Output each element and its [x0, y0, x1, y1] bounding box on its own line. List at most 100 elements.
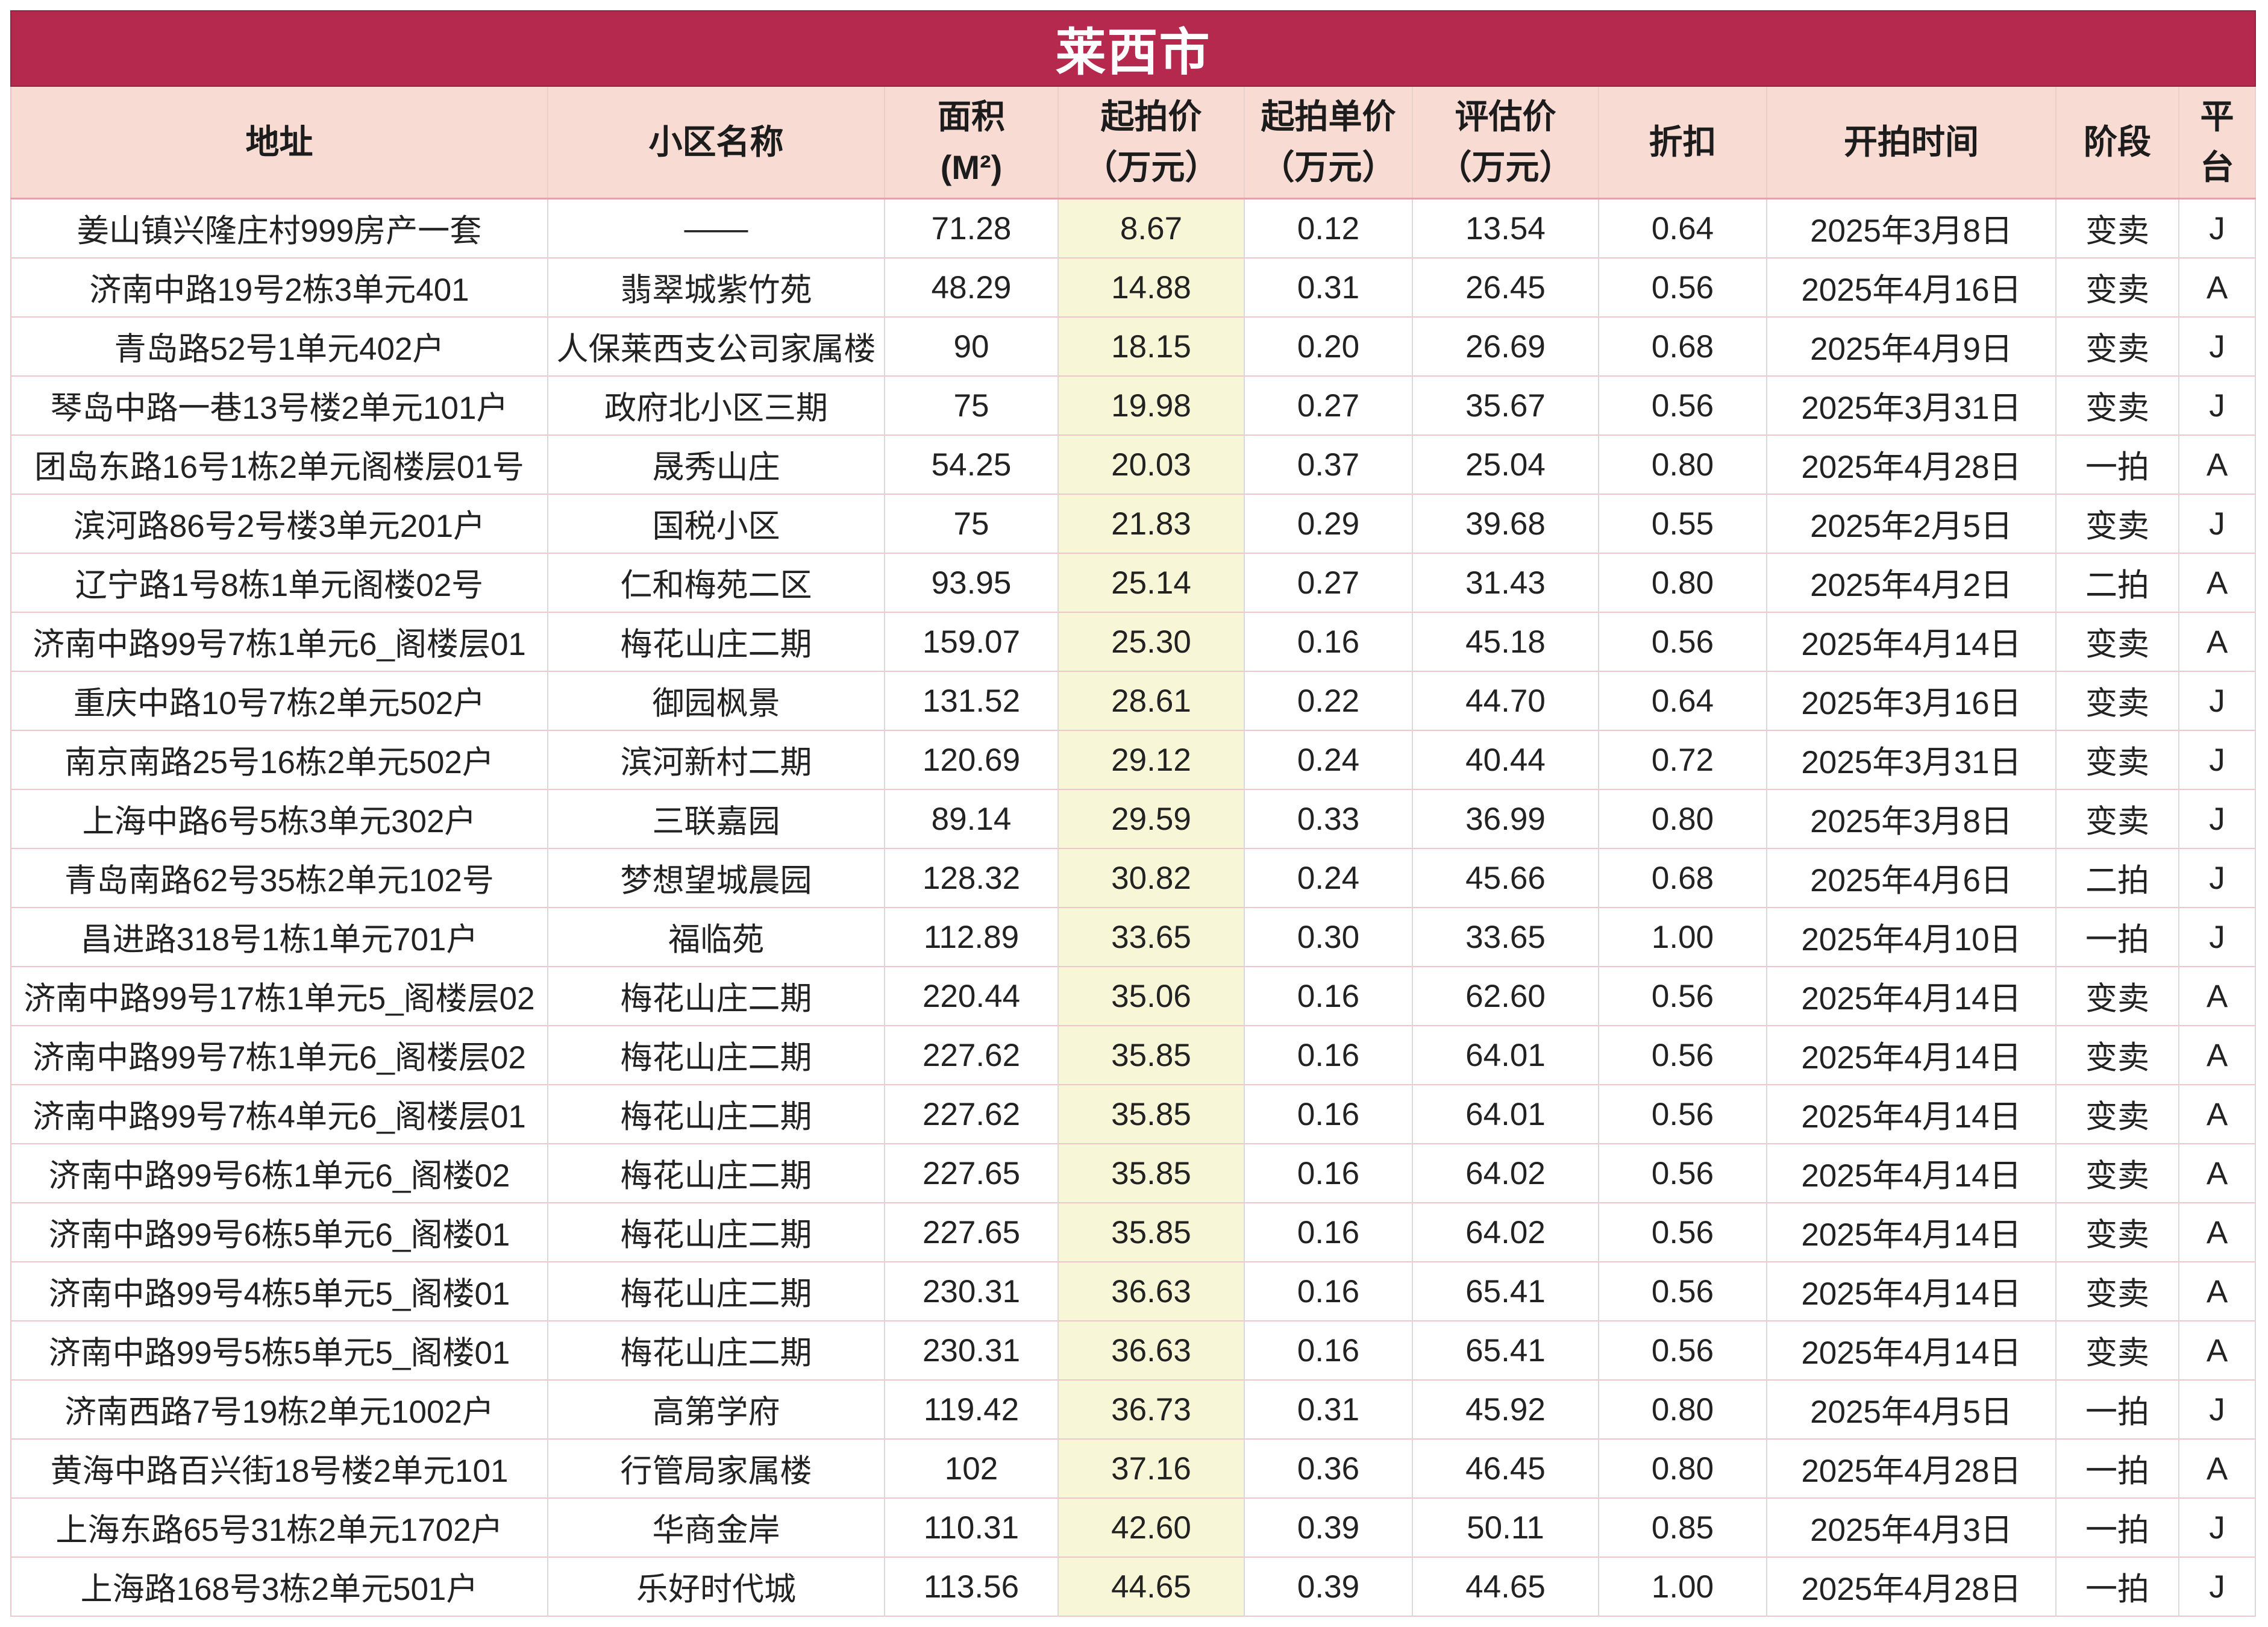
cell-platform: J	[2179, 1381, 2256, 1440]
cell-community: 晟秀山庄	[548, 436, 885, 495]
cell-community: 政府北小区三期	[548, 377, 885, 436]
header-discount-label: 折扣	[1649, 123, 1717, 161]
cell-auction-date: 2025年4月3日	[1767, 1499, 2057, 1558]
cell-auction-date: 2025年4月14日	[1767, 613, 2057, 672]
cell-community: 仁和梅苑二区	[548, 554, 885, 613]
cell-discount: 0.56	[1599, 1321, 1767, 1381]
cell-unit-price: 0.37	[1245, 436, 1413, 495]
cell-address: 上海路168号3栋2单元501户	[10, 1558, 548, 1617]
cell-auction-date: 2025年4月28日	[1767, 1440, 2057, 1499]
cell-appraisal: 45.92	[1413, 1381, 1599, 1440]
cell-discount: 0.64	[1599, 199, 1767, 259]
cell-unit-price: 0.24	[1245, 731, 1413, 790]
cell-discount: 0.80	[1599, 1381, 1767, 1440]
cell-community: 滨河新村二期	[548, 731, 885, 790]
cell-discount: 1.00	[1599, 1558, 1767, 1617]
header-auction-date: 开拍时间	[1767, 87, 2057, 198]
cell-area: 110.31	[885, 1499, 1059, 1558]
cell-address: 济南中路99号5栋5单元5_阁楼01	[10, 1321, 548, 1381]
cell-appraisal: 65.41	[1413, 1321, 1599, 1381]
cell-area: 71.28	[885, 199, 1059, 259]
cell-platform: A	[2179, 554, 2256, 613]
cell-community: 乐好时代城	[548, 1558, 885, 1617]
cell-platform: J	[2179, 1499, 2256, 1558]
cell-auction-date: 2025年4月14日	[1767, 967, 2057, 1026]
cell-unit-price: 0.16	[1245, 1321, 1413, 1381]
cell-platform: A	[2179, 613, 2256, 672]
cell-appraisal: 26.69	[1413, 318, 1599, 377]
table-row: 昌进路318号1栋1单元701户 福临苑 112.89 33.65 0.30 33.65 1…	[10, 908, 2256, 967]
cell-stage: 变卖	[2057, 1085, 2179, 1144]
table-row: 济南中路99号7栋1单元6_阁楼层01 梅花山庄二期 159.07 25.30 0.16…	[10, 613, 2256, 672]
cell-start-price: 33.65	[1059, 908, 1245, 967]
table-row: 济南中路99号5栋5单元5_阁楼01 梅花山庄二期 230.31 36.63 0.16 6…	[10, 1321, 2256, 1381]
cell-appraisal: 35.67	[1413, 377, 1599, 436]
table-header: 地址 小区名称 面积 (M²) 起拍价 （万元） 起拍单价 （万元） 评估价 （…	[10, 87, 2256, 199]
cell-auction-date: 2025年4月14日	[1767, 1085, 2057, 1144]
cell-discount: 0.80	[1599, 554, 1767, 613]
cell-stage: 一拍	[2057, 1499, 2179, 1558]
table-row: 上海东路65号31栋2单元1702户 华商金岸 110.31 42.60 0.39 50.…	[10, 1499, 2256, 1558]
cell-stage: 变卖	[2057, 495, 2179, 554]
table-row: 黄海中路百兴街18号楼2单元101 行管局家属楼 102 37.16 0.36 46.45…	[10, 1440, 2256, 1499]
cell-platform: J	[2179, 790, 2256, 849]
cell-auction-date: 2025年4月9日	[1767, 318, 2057, 377]
cell-area: 75	[885, 495, 1059, 554]
cell-address: 济南中路99号7栋4单元6_阁楼层01	[10, 1085, 548, 1144]
table-row: 青岛路52号1单元402户 人保莱西支公司家属楼 90 18.15 0.20 26.69 0…	[10, 318, 2256, 377]
cell-start-price: 18.15	[1059, 318, 1245, 377]
table-row: 重庆中路10号7栋2单元502户 御园枫景 131.52 28.61 0.22 44.70…	[10, 672, 2256, 731]
header-platform: 平台	[2179, 87, 2256, 198]
cell-address: 琴岛中路一巷13号楼2单元101户	[10, 377, 548, 436]
table-row: 琴岛中路一巷13号楼2单元101户 政府北小区三期 75 19.98 0.27 35.67…	[10, 377, 2256, 436]
cell-platform: A	[2179, 967, 2256, 1026]
cell-discount: 0.56	[1599, 1262, 1767, 1321]
cell-community: 高第学府	[548, 1381, 885, 1440]
cell-start-price: 29.59	[1059, 790, 1245, 849]
cell-start-price: 36.63	[1059, 1262, 1245, 1321]
cell-address: 团岛东路16号1栋2单元阁楼层01号	[10, 436, 548, 495]
header-stage-label: 阶段	[2084, 123, 2151, 161]
cell-unit-price: 0.16	[1245, 1085, 1413, 1144]
cell-platform: A	[2179, 1321, 2256, 1381]
cell-auction-date: 2025年4月14日	[1767, 1144, 2057, 1203]
cell-stage: 一拍	[2057, 1558, 2179, 1617]
table-row: 济南中路99号4栋5单元5_阁楼01 梅花山庄二期 230.31 36.63 0.16 6…	[10, 1262, 2256, 1321]
cell-platform: J	[2179, 318, 2256, 377]
cell-unit-price: 0.31	[1245, 1381, 1413, 1440]
cell-appraisal: 26.45	[1413, 259, 1599, 318]
cell-unit-price: 0.16	[1245, 1144, 1413, 1203]
cell-area: 230.31	[885, 1262, 1059, 1321]
cell-platform: A	[2179, 1203, 2256, 1262]
cell-start-price: 20.03	[1059, 436, 1245, 495]
cell-appraisal: 39.68	[1413, 495, 1599, 554]
table-row: 上海中路6号5栋3单元302户 三联嘉园 89.14 29.59 0.33 36.99 0.…	[10, 790, 2256, 849]
cell-auction-date: 2025年4月28日	[1767, 436, 2057, 495]
cell-area: 227.62	[885, 1026, 1059, 1085]
cell-start-price: 19.98	[1059, 377, 1245, 436]
cell-auction-date: 2025年2月5日	[1767, 495, 2057, 554]
cell-unit-price: 0.16	[1245, 967, 1413, 1026]
cell-community: 梅花山庄二期	[548, 1026, 885, 1085]
cell-community: 梅花山庄二期	[548, 1144, 885, 1203]
cell-appraisal: 64.01	[1413, 1026, 1599, 1085]
table-row: 济南中路99号6栋5单元6_阁楼01 梅花山庄二期 227.65 35.85 0.16 6…	[10, 1203, 2256, 1262]
table-body: 姜山镇兴隆庄村999房产一套 —— 71.28 8.67 0.12 13.54 0.64 20…	[10, 199, 2256, 1617]
cell-area: 227.65	[885, 1144, 1059, 1203]
table-row: 团岛东路16号1栋2单元阁楼层01号 晟秀山庄 54.25 20.03 0.37 25.0…	[10, 436, 2256, 495]
cell-start-price: 8.67	[1059, 199, 1245, 259]
header-area-label: 面积	[938, 98, 1005, 136]
cell-auction-date: 2025年4月14日	[1767, 1203, 2057, 1262]
cell-community: 梅花山庄二期	[548, 1085, 885, 1144]
header-appraisal: 评估价 （万元）	[1413, 87, 1599, 198]
cell-start-price: 35.85	[1059, 1144, 1245, 1203]
header-unit-price-unit: （万元）	[1261, 148, 1396, 186]
cell-appraisal: 40.44	[1413, 731, 1599, 790]
cell-stage: 变卖	[2057, 1026, 2179, 1085]
cell-community: 梦想望城晨园	[548, 849, 885, 908]
header-start-price-unit: （万元）	[1083, 148, 1219, 186]
cell-stage: 一拍	[2057, 1381, 2179, 1440]
cell-start-price: 36.63	[1059, 1321, 1245, 1381]
cell-stage: 一拍	[2057, 436, 2179, 495]
cell-community: 梅花山庄二期	[548, 1203, 885, 1262]
